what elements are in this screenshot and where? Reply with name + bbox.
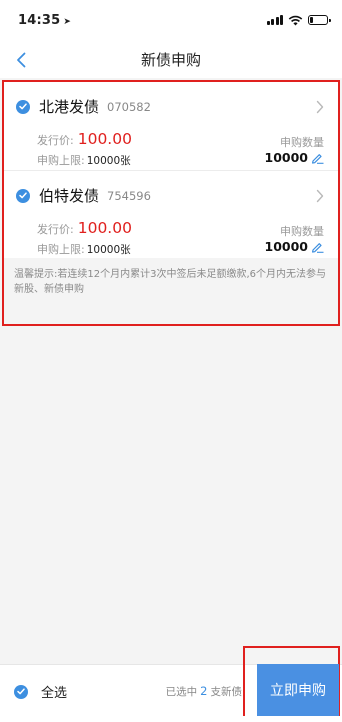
edit-pencil-icon bbox=[312, 153, 324, 164]
limit-label: 申购上限: bbox=[37, 243, 85, 256]
selected-prefix: 已选中 bbox=[165, 686, 198, 698]
bond-name: 伯特发债 bbox=[39, 187, 100, 205]
limit-value: 10000张 bbox=[86, 155, 131, 167]
quantity-label: 申购数量 bbox=[280, 136, 324, 149]
price-row: 发行价: 100.00 bbox=[37, 219, 132, 237]
limit-label: 申购上限: bbox=[37, 154, 85, 167]
price-label: 发行价: bbox=[37, 223, 74, 236]
bond-code: 754596 bbox=[107, 188, 151, 203]
page-title: 新债申购 bbox=[140, 50, 201, 69]
price-value: 100.00 bbox=[77, 219, 132, 237]
bond-list-highlight: 北港发债 070582 发行价: 100.00 申购上限: 10000张 申购数… bbox=[2, 80, 340, 326]
quantity-label: 申购数量 bbox=[280, 225, 324, 238]
price-value: 100.00 bbox=[77, 130, 132, 148]
limit-row: 申购上限: 10000张 bbox=[37, 241, 131, 257]
back-button[interactable] bbox=[8, 47, 34, 73]
selected-summary: 已选中 2 支新债 bbox=[166, 684, 242, 699]
bond-select-toggle[interactable]: 伯特发债 754596 bbox=[16, 185, 151, 206]
location-arrow-icon: ➤ bbox=[63, 16, 72, 27]
selected-count: 2 bbox=[200, 684, 208, 698]
status-bar: 14:35 ➤ bbox=[0, 0, 342, 40]
home-indicator-area bbox=[0, 716, 342, 722]
checkmark-icon bbox=[16, 99, 30, 114]
limit-value: 10000张 bbox=[86, 244, 131, 256]
status-time: 14:35 ➤ bbox=[18, 13, 71, 28]
chevron-right-icon[interactable] bbox=[316, 189, 324, 203]
submit-button[interactable]: 立即申购 bbox=[257, 664, 339, 716]
chevron-left-icon bbox=[17, 52, 26, 68]
chevron-right-icon[interactable] bbox=[316, 100, 324, 114]
price-row: 发行价: 100.00 bbox=[37, 130, 132, 148]
selected-suffix: 支新债 bbox=[210, 686, 243, 698]
notice-text: 温馨提示:若连续12个月内累计3次中签后未足额缴款,6个月内无法参与新股、新债申… bbox=[4, 258, 338, 324]
bond-item: 伯特发债 754596 发行价: 100.00 申购上限: 10000张 申购数… bbox=[4, 170, 338, 258]
select-all-toggle[interactable]: 全选 bbox=[14, 682, 67, 701]
bond-name: 北港发债 bbox=[39, 98, 100, 116]
cellular-signal-icon bbox=[266, 15, 283, 25]
checkmark-icon bbox=[16, 188, 30, 203]
bond-item: 北港发债 070582 发行价: 100.00 申购上限: 10000张 申购数… bbox=[4, 82, 338, 170]
quantity-edit[interactable]: 10000 bbox=[265, 150, 325, 165]
status-time-text: 14:35 bbox=[18, 12, 61, 28]
price-label: 发行价: bbox=[37, 134, 74, 147]
limit-row: 申购上限: 10000张 bbox=[37, 152, 131, 168]
bond-code: 070582 bbox=[107, 99, 151, 114]
checkmark-icon bbox=[14, 684, 28, 699]
nav-bar: 新债申购 bbox=[0, 40, 342, 78]
quantity-edit[interactable]: 10000 bbox=[265, 239, 325, 254]
bond-select-toggle[interactable]: 北港发债 070582 bbox=[16, 96, 151, 117]
select-all-label: 全选 bbox=[41, 686, 68, 701]
quantity-value: 10000 bbox=[264, 239, 309, 254]
wifi-icon bbox=[288, 15, 303, 25]
battery-icon bbox=[308, 15, 331, 25]
edit-pencil-icon bbox=[312, 242, 324, 253]
status-icons bbox=[266, 15, 331, 26]
quantity-value: 10000 bbox=[264, 150, 309, 165]
